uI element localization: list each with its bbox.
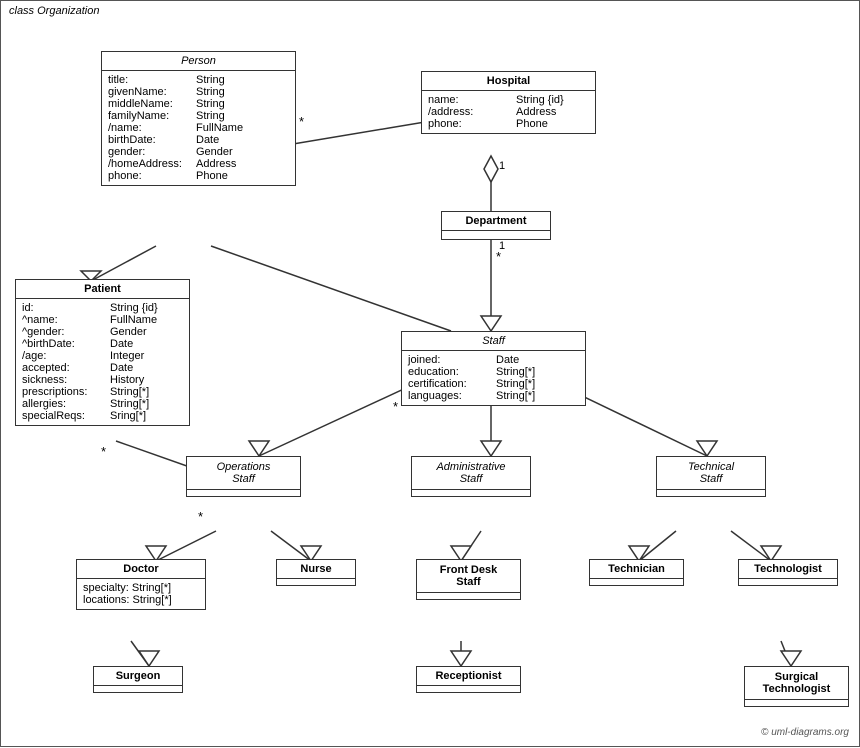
receptionist-title: Receptionist	[417, 667, 520, 686]
person-title: Person	[102, 52, 295, 71]
hospital-class: Hospital name:String {id} /address:Addre…	[421, 71, 596, 134]
copyright: © uml-diagrams.org	[761, 727, 849, 738]
department-attrs	[442, 231, 550, 239]
diagram: class Organization	[0, 0, 860, 747]
svg-text:*: *	[393, 399, 398, 414]
operations-staff-class: OperationsStaff	[186, 456, 301, 497]
surgical-technologist-attrs	[745, 700, 848, 706]
front-desk-staff-title: Front DeskStaff	[417, 560, 520, 593]
receptionist-class: Receptionist	[416, 666, 521, 693]
patient-title: Patient	[16, 280, 189, 299]
receptionist-attrs	[417, 686, 520, 692]
person-attrs: title:String givenName:String middleName…	[102, 71, 295, 185]
svg-text:1: 1	[499, 240, 505, 252]
svg-text:*: *	[101, 444, 106, 459]
nurse-title: Nurse	[277, 560, 355, 579]
administrative-staff-attrs	[412, 490, 530, 496]
technical-staff-attrs	[657, 490, 765, 496]
department-class: Department	[441, 211, 551, 240]
technician-attrs	[590, 579, 683, 585]
front-desk-staff-class: Front DeskStaff	[416, 559, 521, 600]
operations-staff-attrs	[187, 490, 300, 496]
diagram-title: class Organization	[9, 5, 100, 17]
nurse-attrs	[277, 579, 355, 585]
technologist-attrs	[739, 579, 837, 585]
surgeon-title: Surgeon	[94, 667, 182, 686]
operations-staff-title: OperationsStaff	[187, 457, 300, 490]
surgical-technologist-class: SurgicalTechnologist	[744, 666, 849, 707]
surgeon-attrs	[94, 686, 182, 692]
administrative-staff-class: AdministrativeStaff	[411, 456, 531, 497]
person-class: Person title:String givenName:String mid…	[101, 51, 296, 186]
administrative-staff-title: AdministrativeStaff	[412, 457, 530, 490]
patient-attrs: id:String {id} ^name:FullName ^gender:Ge…	[16, 299, 189, 425]
technologist-title: Technologist	[739, 560, 837, 579]
doctor-title: Doctor	[77, 560, 205, 579]
svg-text:1: 1	[499, 160, 505, 172]
technologist-class: Technologist	[738, 559, 838, 586]
surgeon-class: Surgeon	[93, 666, 183, 693]
doctor-class: Doctor specialty: String[*] locations: S…	[76, 559, 206, 610]
hospital-attrs: name:String {id} /address:Address phone:…	[422, 91, 595, 133]
hospital-title: Hospital	[422, 72, 595, 91]
technician-title: Technician	[590, 560, 683, 579]
surgical-technologist-title: SurgicalTechnologist	[745, 667, 848, 700]
staff-title: Staff	[402, 332, 585, 351]
nurse-class: Nurse	[276, 559, 356, 586]
doctor-attrs: specialty: String[*] locations: String[*…	[77, 579, 205, 609]
svg-text:*: *	[496, 249, 501, 264]
staff-attrs: joined:Date education:String[*] certific…	[402, 351, 585, 405]
front-desk-staff-attrs	[417, 593, 520, 599]
technical-staff-class: TechnicalStaff	[656, 456, 766, 497]
patient-class: Patient id:String {id} ^name:FullName ^g…	[15, 279, 190, 426]
technical-staff-title: TechnicalStaff	[657, 457, 765, 490]
technician-class: Technician	[589, 559, 684, 586]
department-title: Department	[442, 212, 550, 231]
staff-class: Staff joined:Date education:String[*] ce…	[401, 331, 586, 406]
svg-text:*: *	[198, 509, 203, 524]
svg-text:*: *	[299, 114, 304, 129]
